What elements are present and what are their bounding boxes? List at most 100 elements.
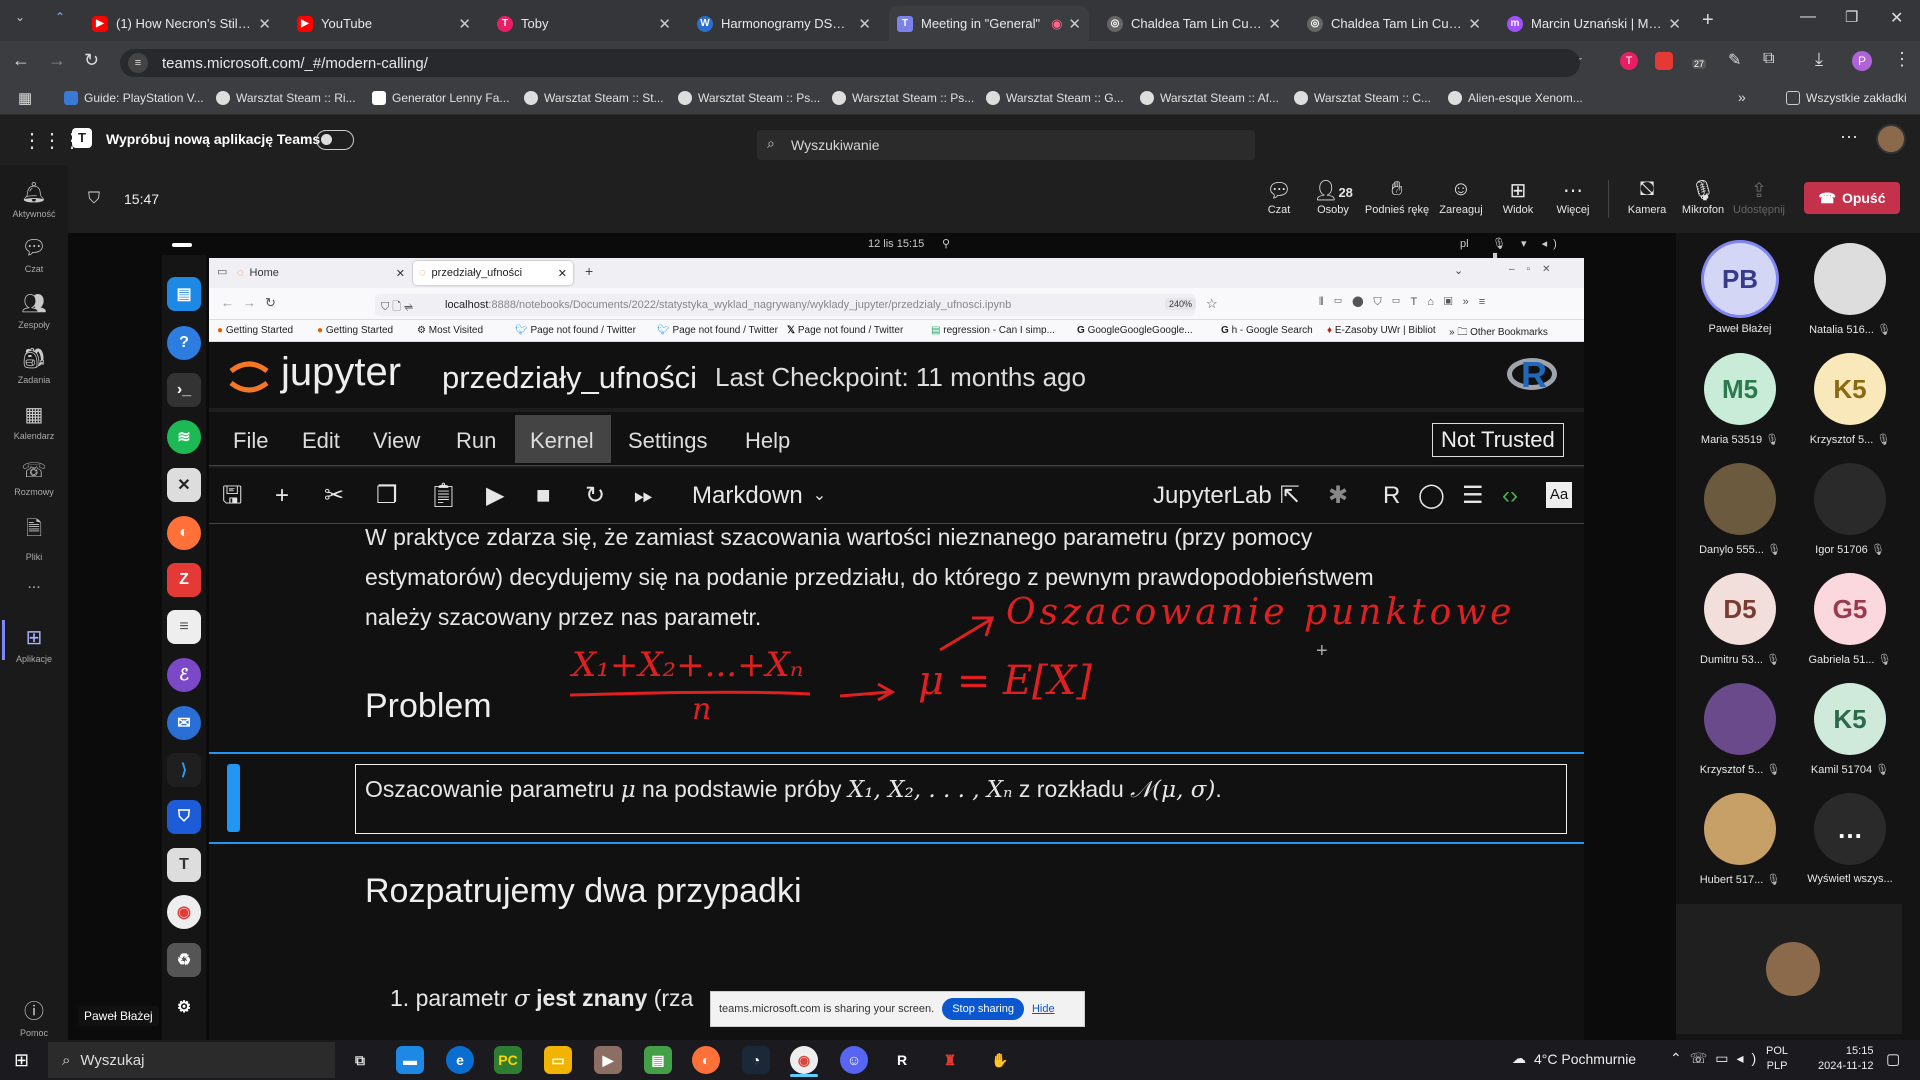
leave-button[interactable]: ☎︎ Opuść	[1804, 182, 1900, 214]
more-button[interactable]: ⋯ Więcej	[1546, 178, 1600, 216]
dock-zotero-icon[interactable]: Z	[167, 563, 201, 597]
menu-help[interactable]: Help	[745, 428, 790, 454]
participant-tile[interactable]: G5 Gabriela 51... 🎙︎	[1800, 573, 1900, 666]
ff-bookmark[interactable]: 𝕏 Page not found / Twitter	[787, 325, 903, 336]
bookmark-item[interactable]: Guide: PlayStation V...	[64, 91, 204, 105]
chrome-taskbar-icon[interactable]: ◉	[790, 1046, 818, 1074]
dock-help-icon[interactable]: ?	[167, 326, 201, 360]
back-icon[interactable]: ←	[12, 50, 30, 71]
bookmark-item[interactable]: Alien-esque Xenom...	[1448, 91, 1583, 105]
camera-button[interactable]: ⛞ Kamera	[1620, 178, 1674, 216]
more-options-icon[interactable]: ⋯	[1840, 127, 1858, 148]
menu-settings[interactable]: Settings	[628, 428, 708, 454]
dock-emacs-icon[interactable]: ℰ	[167, 658, 201, 692]
task-view-icon[interactable]: ⧉	[346, 1046, 374, 1074]
browser-tab-2[interactable]: T Toby ✕	[489, 6, 679, 41]
code-toggle-icon[interactable]: ‹›	[1502, 483, 1518, 509]
dock-notes-icon[interactable]: ≡	[167, 610, 201, 644]
close-icon[interactable]: ✕	[396, 267, 405, 280]
browser-tab-1[interactable]: ▶ YouTube ✕	[289, 6, 479, 41]
edge-icon[interactable]: e	[446, 1046, 474, 1074]
dock-vscode-icon[interactable]: ⟩	[167, 753, 201, 787]
ff-address-bar[interactable]: ⛉ 🗋 ⇌ localhost:8888/notebooks/Documents…	[375, 294, 1197, 316]
dock-bitwarden-icon[interactable]: ⛉	[167, 800, 201, 834]
ff-back-icon[interactable]: ←	[221, 295, 234, 310]
cell-active-marker[interactable]	[227, 764, 240, 832]
share-button[interactable]: ⇪ Udostępnij	[1732, 178, 1786, 216]
ff-tab-notebook[interactable]: ◌ przedziały_ufności ✕	[413, 261, 573, 285]
run-all-icon[interactable]: ⏩︎	[634, 483, 653, 509]
r-app-icon[interactable]: R	[888, 1046, 916, 1074]
participant-tile[interactable]: Krzysztof 5... 🎙︎	[1690, 683, 1790, 776]
extensions-puzzle-icon[interactable]: ⧉	[1763, 50, 1774, 68]
ff-bookmark[interactable]: ▤ regression - Can I simp...	[931, 325, 1055, 336]
teams-taskbar-icon[interactable]: ✋	[986, 1046, 1014, 1074]
participant-tile[interactable]: Hubert 517... 🎙︎	[1690, 793, 1790, 886]
bookmark-item[interactable]: Generator Lenny Fa...	[372, 91, 509, 105]
ff-tab-home[interactable]: ◌ Home ✕	[237, 262, 405, 284]
windows-start-icon[interactable]: ⊞	[14, 1050, 29, 1071]
rail-calls[interactable]: ☏ Rozmowy	[0, 458, 68, 497]
address-bar[interactable]: ≡ teams.microsoft.com/_#/modern-calling/	[120, 49, 1580, 77]
participant-tile[interactable]: Danylo 555... 🎙︎	[1690, 463, 1790, 556]
dock-firefox-icon[interactable]: ◐	[167, 516, 201, 550]
notepad-icon[interactable]: ▤	[644, 1046, 672, 1074]
restore-icon[interactable]: ❐	[1845, 8, 1858, 26]
menu-view[interactable]: View	[373, 428, 420, 454]
dock-terminal-icon[interactable]: ›_	[167, 373, 201, 407]
dock-teams-icon[interactable]: T	[167, 848, 201, 882]
ff-bookmark[interactable]: ● Getting Started	[317, 325, 393, 336]
cell-type-select[interactable]: Markdown ⌄	[692, 483, 826, 509]
close-icon[interactable]: ✕	[1468, 15, 1481, 33]
participant-tile[interactable]: Igor 51706 🎙︎	[1800, 463, 1900, 556]
chat-button[interactable]: 💬︎ Czat	[1252, 178, 1306, 216]
copy-icon[interactable]: ❐	[376, 483, 398, 509]
reload-icon[interactable]: ↻	[84, 50, 99, 71]
rail-apps[interactable]: ⊞ Aplikacje	[0, 625, 68, 664]
stop-sharing-button[interactable]: Stop sharing	[942, 998, 1024, 1020]
ff-bookmark[interactable]: G GoogleGoogleGoogle...	[1077, 325, 1193, 336]
bookmark-item[interactable]: Warsztat Steam :: Af...	[1140, 91, 1279, 105]
not-trusted-button[interactable]: Not Trusted	[1432, 423, 1564, 457]
browser-tab-3[interactable]: W Harmonogramy DSW - P ✕	[689, 6, 879, 41]
all-bookmarks[interactable]: Wszystkie zakładki	[1786, 91, 1907, 105]
close-icon[interactable]: ✕	[558, 267, 567, 280]
open-jupyterlab-button[interactable]: JupyterLab ⇱	[1153, 483, 1300, 509]
participant-tile[interactable]: Natalia 516... 🎙︎	[1800, 243, 1900, 336]
extension-toby-icon[interactable]: T	[1620, 52, 1638, 70]
react-button[interactable]: ☺ Zareaguj	[1434, 178, 1488, 216]
bookmark-item[interactable]: Warsztat Steam :: Ri...	[216, 91, 356, 105]
ff-window-controls[interactable]: –▫✕	[1509, 264, 1563, 275]
bookmark-item[interactable]: Warsztat Steam :: G...	[986, 91, 1124, 105]
run-icon[interactable]: ▶	[486, 483, 504, 509]
clock[interactable]: 15:15 2024-11-12	[1818, 1044, 1873, 1074]
view-button[interactable]: ⊞ Widok	[1491, 178, 1545, 216]
debugger-icon[interactable]: ✱	[1328, 483, 1348, 509]
bookmark-item[interactable]: Warsztat Steam :: Ps...	[678, 91, 820, 105]
dock-spotify-icon[interactable]: ≋	[167, 420, 201, 454]
rail-calendar[interactable]: ▦ Kalendarz	[0, 402, 68, 441]
apps-grid-icon[interactable]: ▦	[18, 89, 32, 107]
weather-widget[interactable]: ☁ 4°C Pochmurnie	[1512, 1050, 1636, 1067]
dock-x-icon[interactable]: ✕	[167, 468, 201, 502]
minimize-icon[interactable]: —	[1800, 8, 1816, 26]
tab-search-icon[interactable]: ⌄	[10, 10, 30, 30]
participant-tile[interactable]: K5 Krzysztof 5... 🎙︎	[1800, 353, 1900, 446]
search-input[interactable]: ⌕ Wyszukiwanie	[757, 130, 1255, 160]
ff-bookmark[interactable]: 🐦︎ Page not found / Twitter	[657, 325, 778, 336]
media-player-icon[interactable]: ▶	[594, 1046, 622, 1074]
participant-tile[interactable]: D5 Dumitru 53... 🎙︎	[1690, 573, 1790, 666]
ff-bookmark[interactable]: 🐦︎ Page not found / Twitter	[515, 325, 636, 336]
extension-badge[interactable]: 27	[1692, 59, 1707, 69]
ff-bookmark[interactable]: ⚙ Most Visited	[417, 325, 483, 336]
ff-reload-icon[interactable]: ↻	[265, 295, 276, 311]
game-app-icon[interactable]: ♜	[936, 1046, 964, 1074]
ff-bookmark[interactable]: » 🗀 Other Bookmarks	[1449, 325, 1548, 342]
browser-tab-5[interactable]: ◎Chaldea Tam Lin Cup - W✕	[1099, 6, 1289, 41]
forward-icon[interactable]: →	[48, 50, 66, 71]
menu-run[interactable]: Run	[456, 428, 496, 454]
rail-chat[interactable]: 💬︎ Czat	[0, 235, 68, 274]
rail-teams[interactable]: 👥︎ Zespoły	[0, 291, 68, 330]
input-language[interactable]: POL PLP	[1766, 1044, 1788, 1074]
rail-help[interactable]: ⓘ Pomoc	[0, 995, 68, 1038]
